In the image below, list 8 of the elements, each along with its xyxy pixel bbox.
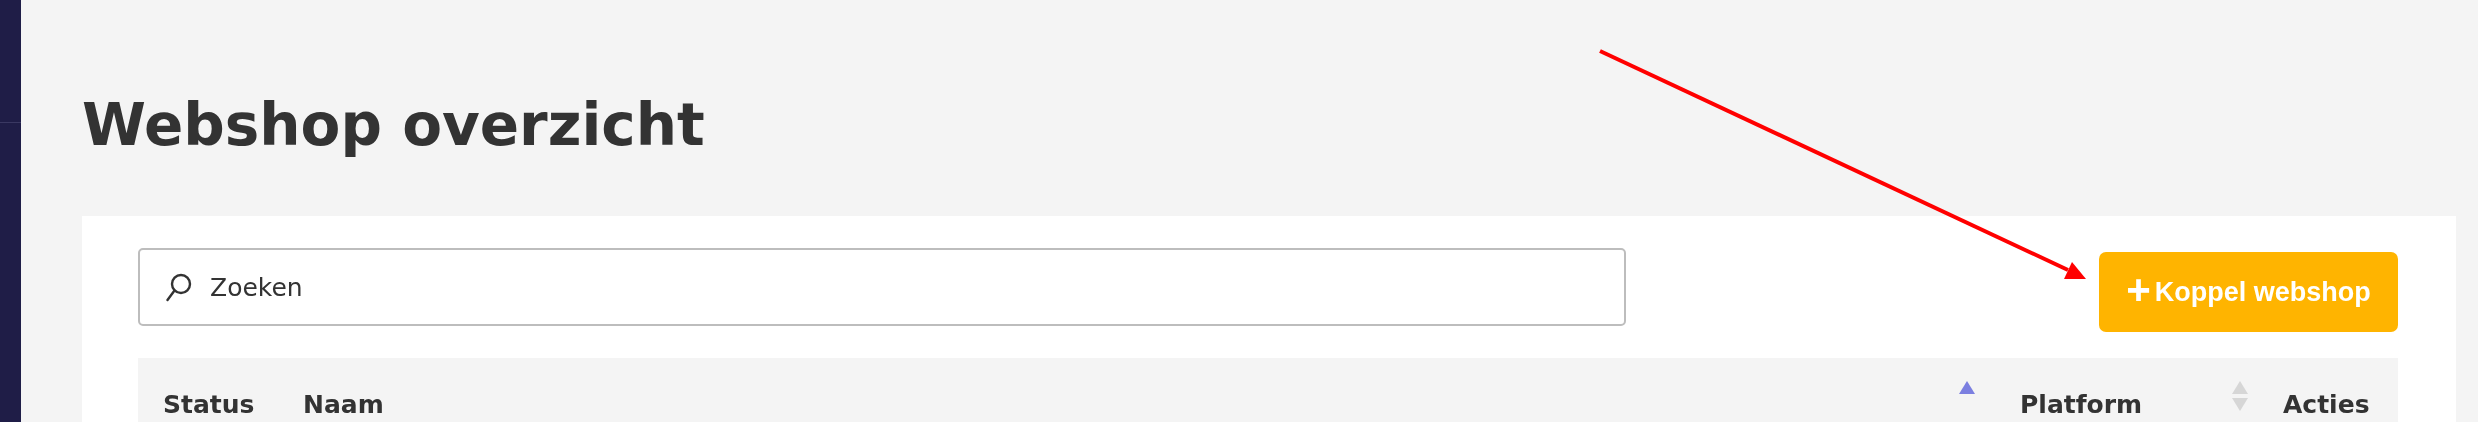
- page-title: Webshop overzicht: [82, 96, 705, 161]
- search-icon: [166, 273, 192, 302]
- sort-ascending-icon[interactable]: [1958, 381, 1976, 395]
- column-header[interactable]: Naam: [303, 390, 384, 419]
- column-header: Acties: [2283, 390, 2370, 419]
- column-header: Status: [163, 390, 255, 419]
- search-field[interactable]: Zoeken: [138, 248, 1626, 326]
- column-header[interactable]: Platform: [2020, 390, 2143, 419]
